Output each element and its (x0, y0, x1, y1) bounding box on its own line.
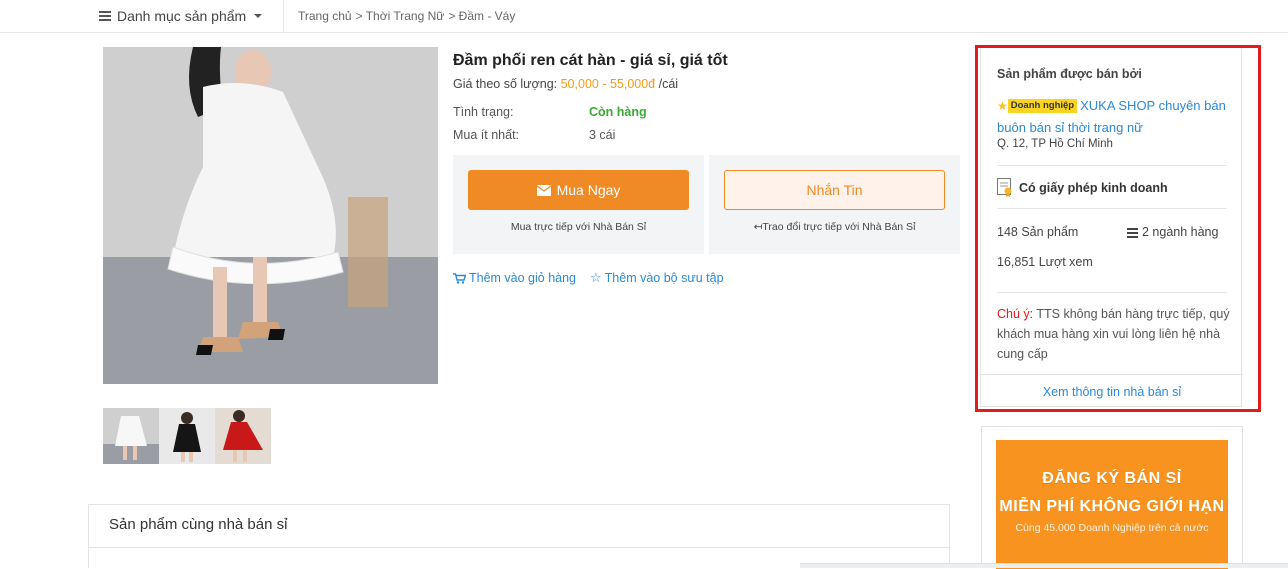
min-order-label: Mua ít nhất: (453, 128, 520, 142)
add-to-cart-link[interactable]: Thêm vào giỏ hàng (453, 270, 576, 286)
enterprise-badge: Doanh nghiệp (1007, 99, 1078, 113)
same-seller-section: Sản phẩm cùng nhà bán sỉ (88, 504, 950, 568)
status-row: Tình trạng: Còn hàng (453, 105, 647, 119)
price-value: 50,000 - 55,000đ (560, 77, 656, 91)
message-box: Nhắn Tin ↤Trao đổi trực tiếp với Nhà Bán… (709, 155, 960, 254)
product-links: Thêm vào giỏ hàng ☆ Thêm vào bộ sưu tập (453, 270, 724, 286)
status-value: Còn hàng (589, 105, 647, 119)
buy-now-button[interactable]: Mua Ngay (468, 170, 689, 210)
thumbnail-red-dress[interactable] (215, 408, 271, 464)
buy-now-box: Mua Ngay Mua trực tiếp với Nhà Bán Sỉ (453, 155, 704, 254)
status-label: Tình trạng: (453, 105, 514, 119)
product-title: Đầm phối ren cát hàn - giá sỉ, giá tốt (453, 52, 728, 69)
breadcrumb-subcategory[interactable]: > Đầm - Váy (448, 9, 515, 23)
divider (997, 292, 1227, 293)
buy-now-label: Mua Ngay (556, 182, 621, 198)
price-row: Giá theo số lượng: 50,000 - 55,000đ /cái (453, 77, 678, 91)
star-icon: ★ (997, 99, 1008, 113)
message-label: Nhắn Tin (806, 182, 863, 198)
add-to-cart-label: Thêm vào giỏ hàng (469, 271, 577, 285)
business-license: Có giấy phép kinh doanh (997, 178, 1168, 197)
star-outline-icon: ☆ (590, 270, 602, 285)
seller-product-count: 148 Sản phẩm (997, 225, 1079, 239)
seller-category-count-label: 2 ngành hàng (1142, 225, 1219, 239)
menu-icon (99, 11, 111, 21)
seller-shop-link[interactable]: ★ Doanh nghiệp XUKA SHOP chuyên bán buôn b… (997, 95, 1233, 138)
banner-line-1: ĐĂNG KÝ BÁN SỈ (1042, 470, 1182, 487)
price-unit: /cái (658, 77, 679, 91)
breadcrumb-category[interactable]: > Thời Trang Nữ (356, 9, 445, 23)
banner-line-2: MIỄN PHÍ KHÔNG GIỚI HẠN (999, 498, 1225, 515)
license-document-icon (997, 178, 1012, 197)
cart-icon (453, 272, 466, 284)
breadcrumb-home[interactable]: Trang chủ (298, 9, 352, 23)
banner-line-3: Cùng 45.000 Doanh Nghiệp trên cả nước (1015, 522, 1209, 534)
divider (997, 208, 1227, 209)
category-menu-label: Danh mục sản phẩm (117, 8, 247, 24)
banner-card: ĐĂNG KÝ BÁN SỈ MIỄN PHÍ KHÔNG GIỚI HẠN C… (981, 426, 1243, 569)
seller-heading: Sản phẩm được bán bởi (997, 67, 1142, 81)
breadcrumb: Trang chủ > Thời Trang Nữ > Đầm - Váy (298, 9, 515, 23)
seller-note: Chú ý: TTS không bán hàng trực tiếp, quý… (997, 304, 1231, 364)
same-seller-heading: Sản phẩm cùng nhà bán sỉ (89, 505, 949, 548)
divider (283, 0, 284, 33)
thumbnail-black-dress[interactable] (159, 408, 215, 464)
add-to-collection-link[interactable]: ☆ Thêm vào bộ sưu tập (590, 270, 724, 286)
message-subtext: ↤Trao đổi trực tiếp với Nhà Bán Sỉ (753, 221, 916, 233)
horizontal-scrollbar[interactable] (800, 563, 1288, 568)
business-license-label: Có giấy phép kinh doanh (1019, 180, 1168, 195)
product-main-image[interactable] (103, 47, 438, 384)
thumbnail-white-dress[interactable] (103, 408, 159, 464)
min-order-row: Mua ít nhất: 3 cái (453, 128, 615, 142)
wholesale-signup-banner[interactable]: ĐĂNG KÝ BÁN SỈ MIỄN PHÍ KHÔNG GIỚI HẠN C… (996, 440, 1228, 569)
seller-card: Sản phẩm được bán bởi ★ Doanh nghiệp XUKA … (980, 47, 1243, 408)
seller-views: 16,851 Lượt xem (997, 255, 1093, 269)
caret-down-icon (254, 14, 263, 18)
thumbnail-strip (103, 408, 271, 464)
min-order-value: 3 cái (589, 128, 616, 142)
seller-location: Q. 12, TP Hồ Chí Minh (997, 138, 1113, 150)
add-to-collection-label: Thêm vào bộ sưu tập (604, 271, 724, 285)
list-icon (1127, 227, 1138, 238)
note-label: Chú ý: (997, 307, 1034, 321)
price-label: Giá theo số lượng: (453, 77, 558, 91)
divider (997, 165, 1227, 166)
category-menu-button[interactable]: Danh mục sản phẩm (99, 8, 263, 24)
view-seller-info-link[interactable]: Xem thông tin nhà bán sỉ (981, 374, 1243, 408)
seller-category-count: 2 ngành hàng (1127, 225, 1218, 239)
message-button[interactable]: Nhắn Tin (724, 170, 945, 210)
envelope-icon (536, 184, 551, 196)
top-navigation-bar: Danh mục sản phẩm Trang chủ > Thời Trang… (0, 0, 1288, 33)
buy-now-subtext: Mua trực tiếp với Nhà Bán Sỉ (510, 221, 647, 233)
